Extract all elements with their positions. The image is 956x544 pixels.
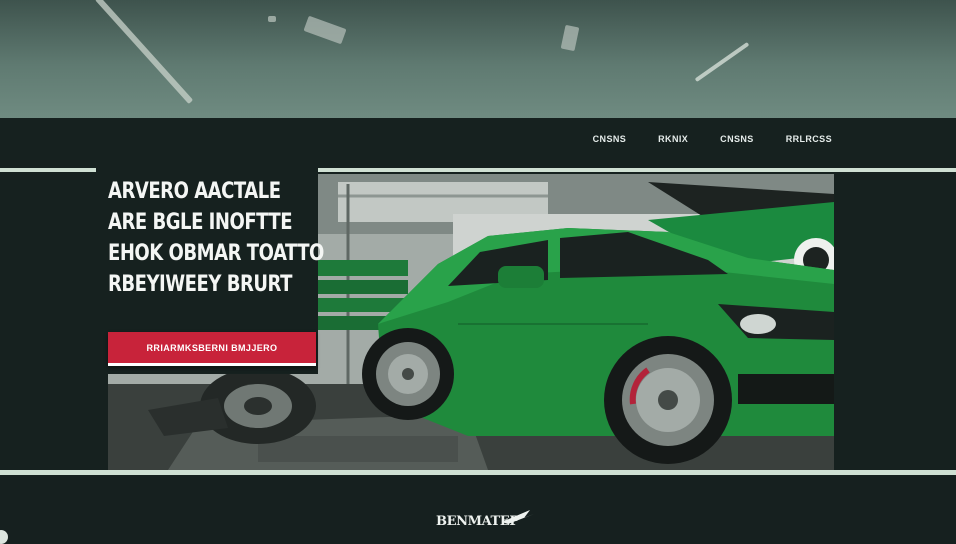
ceiling-light [694,42,750,82]
hero-headline: ARVERO AACTALE ARE BGLE INOFTTE EHOK OBM… [108,176,324,300]
cta-button[interactable]: RRIARMKSBERNI BMJJERO [108,332,316,366]
corner-circle-icon [0,530,8,544]
ceiling-light [268,16,276,22]
site-header: CNSNS RKNIX CNSNS RRLRCSS [0,118,956,166]
ceiling-light [303,15,347,45]
nav-link-3[interactable]: CNSNS [720,134,754,144]
ceiling-light [560,24,580,52]
logo-swoosh-icon [502,510,534,524]
headline-line-2: ARE BGLE INOFTTE [108,210,293,235]
site-footer: BENMATEP [0,478,956,544]
hero-section: ARVERO AACTALE ARE BGLE INOFTTE EHOK OBM… [0,166,956,476]
main-nav: CNSNS RKNIX CNSNS RRLRCSS [593,134,832,144]
nav-link-4[interactable]: RRLRCSS [786,134,832,144]
headline-line-3: EHOK OBMAR TOATTO [108,241,324,266]
garage-ceiling-background [0,0,956,118]
nav-link-2[interactable]: RKNIX [658,134,688,144]
divider-line [0,470,956,475]
divider-line [0,168,96,172]
headline-line-4: RBEYIWEEY BRURT [108,272,292,297]
nav-link-1[interactable]: CNSNS [593,134,627,144]
divider-line [318,168,956,172]
headline-line-1: ARVERO AACTALE [108,179,281,204]
ceiling-beam [95,0,194,105]
